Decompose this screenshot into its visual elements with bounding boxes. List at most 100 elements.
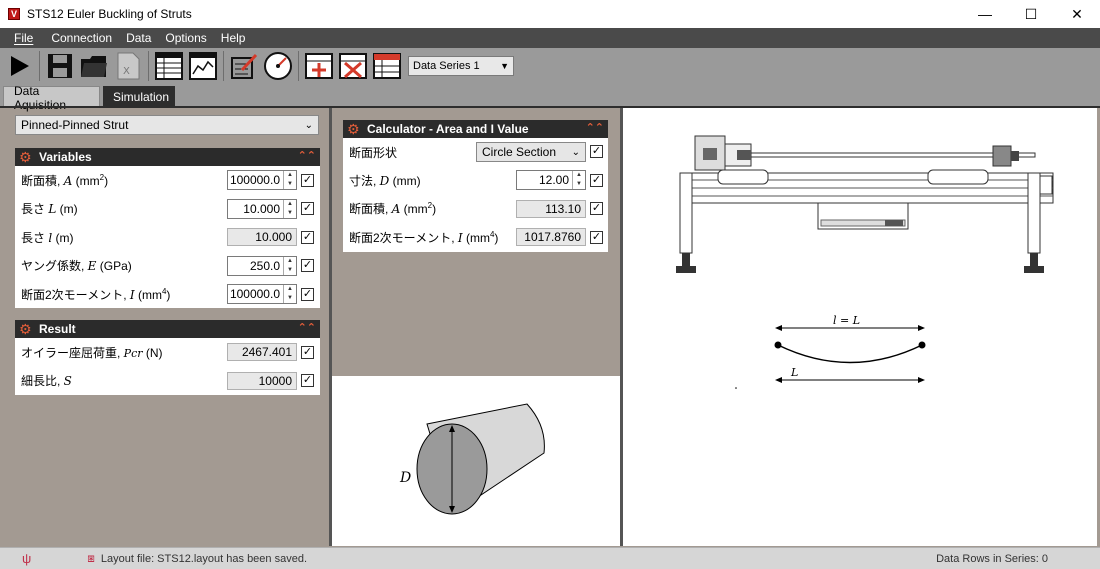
svg-text:X: X: [123, 66, 130, 77]
collapse-icon[interactable]: ⌃⌃: [586, 121, 604, 134]
spin-arrows-icon[interactable]: ▲ ▼: [283, 199, 296, 218]
handwheel: [992, 145, 1012, 167]
chevron-down-icon: ⌄: [571, 146, 580, 158]
variables-header: ⚙ Variables ⌃⌃: [15, 148, 320, 166]
unit: (mm: [400, 202, 428, 217]
result-title: Result: [39, 322, 76, 336]
maximize-button[interactable]: ☐: [1008, 0, 1054, 28]
symbol: S: [63, 374, 72, 389]
strut-type-select[interactable]: Pinned-Pinned Strut ⌄: [15, 115, 319, 135]
label-text: 断面積,: [349, 202, 392, 217]
chevron-down-icon: ▼: [500, 61, 509, 71]
gauge-icon[interactable]: [263, 51, 293, 81]
variable-checkbox[interactable]: ✓: [301, 230, 314, 244]
motor-knob: [703, 148, 717, 160]
variable-row: ヤング係数, E (GPa) 250.0 ▲ ▼ ✓: [15, 252, 320, 281]
variable-checkbox[interactable]: ✓: [301, 173, 314, 187]
menu-bar: File Connection Data Options Help: [0, 28, 1100, 48]
menu-data[interactable]: Data: [126, 31, 151, 45]
value-text: 100000.0: [229, 173, 280, 188]
strut-type-value: Pinned-Pinned Strut: [21, 118, 129, 132]
unit-close: ): [166, 287, 171, 302]
data-series-select[interactable]: Data Series 1 ▼: [408, 56, 514, 76]
close-button[interactable]: ✕: [1054, 0, 1100, 28]
tab-simulation[interactable]: Simulation: [103, 86, 175, 108]
arrowhead: [775, 377, 782, 383]
shape-value: Circle Section: [482, 145, 557, 159]
variable-value-input[interactable]: 10.000 ▲ ▼: [227, 198, 297, 219]
collapse-icon[interactable]: ⌃⌃: [298, 149, 316, 162]
variable-value-input[interactable]: 100000.0 ▲ ▼: [227, 284, 297, 305]
value-text: 250.0: [249, 258, 280, 273]
carriage-left: [717, 169, 769, 185]
symbol: Pcr: [123, 346, 143, 360]
menu-options[interactable]: Options: [165, 31, 206, 45]
calculator-checkbox[interactable]: ✓: [590, 173, 603, 187]
section-diagram-panel: D: [332, 376, 621, 546]
app-logo: V: [8, 8, 20, 20]
variables-rows: 断面積, A (mm2) 100000.0 ▲ ▼ ✓ 長さ L (m) 10.000 ▲ ▼ ✓…: [15, 166, 320, 309]
calculator-checkbox[interactable]: ✓: [590, 202, 603, 216]
edit-checklist-icon[interactable]: [229, 51, 259, 81]
status-bar: ψ ⧆ Layout file: STS12.layout has been s…: [0, 547, 1100, 569]
save-icon[interactable]: [45, 51, 75, 81]
unit-close: ): [432, 202, 437, 217]
value-text: 113.10: [545, 201, 581, 216]
unit: (m): [56, 202, 78, 217]
left-foot: [676, 266, 696, 273]
label-text: 長さ: [21, 230, 49, 245]
spin-arrows-icon[interactable]: ▲ ▼: [572, 171, 585, 190]
variables-title: Variables: [39, 150, 92, 164]
label-text: ヤング係数,: [21, 259, 88, 274]
value-text: 10.000: [243, 201, 280, 216]
export-excel-icon[interactable]: X: [113, 51, 143, 81]
variable-value-input[interactable]: 250.0 ▲ ▼: [227, 255, 297, 276]
play-icon[interactable]: [4, 51, 34, 81]
shape-select[interactable]: Circle Section ⌄: [476, 142, 586, 162]
menu-help[interactable]: Help: [221, 31, 246, 45]
apparatus-diagram: l = L L: [676, 135, 1054, 389]
apparatus-diagram-panel: l = L L: [623, 108, 1097, 546]
result-value-readonly: 2467.401: [227, 343, 297, 362]
spin-arrows-icon[interactable]: ▲ ▼: [283, 171, 296, 190]
share-icon: ⧆: [87, 551, 95, 565]
left-foot-post: [682, 253, 690, 267]
result-row: オイラー座屈荷重, Pcr (N) 2467.401 ✓: [15, 338, 320, 367]
table-view-icon[interactable]: [154, 51, 184, 81]
unit-close: ): [494, 230, 499, 245]
variable-checkbox[interactable]: ✓: [301, 259, 314, 273]
result-checkbox[interactable]: ✓: [301, 345, 314, 359]
chevron-down-icon: ⌄: [304, 119, 313, 131]
label-text: 寸法,: [349, 173, 380, 188]
delete-row-icon[interactable]: [338, 51, 368, 81]
variable-checkbox[interactable]: ✓: [301, 202, 314, 216]
chart-view-icon[interactable]: [188, 51, 218, 81]
collapse-icon[interactable]: ⌃⌃: [298, 321, 316, 334]
calculator-checkbox[interactable]: ✓: [590, 230, 603, 244]
result-checkbox[interactable]: ✓: [301, 374, 314, 388]
minimize-button[interactable]: —: [962, 0, 1008, 28]
open-folder-icon[interactable]: [79, 51, 109, 81]
value-text: 10.000: [255, 230, 292, 245]
calculator-row: 断面2次モーメント, I (mm4) 1017.8760 ✓: [343, 223, 608, 252]
toolbar-separator: [39, 51, 40, 81]
label-text: 断面2次モーメント,: [349, 230, 458, 245]
variable-value-input[interactable]: 100000.0 ▲ ▼: [227, 170, 297, 191]
calculator-row: 寸法, D (mm) 12.00 ▲ ▼ ✓: [343, 166, 608, 195]
calculator-value-input[interactable]: 12.00 ▲ ▼: [516, 170, 586, 191]
symbol: D: [379, 173, 390, 188]
layout-status: Layout file: STS12.layout has been saved…: [100, 552, 307, 565]
result-value-readonly: 10000: [227, 371, 297, 390]
tab-data-aquisition[interactable]: Data Aquisition: [3, 84, 100, 112]
shape-checkbox[interactable]: ✓: [590, 145, 603, 158]
menu-file[interactable]: File: [14, 31, 33, 45]
spin-arrows-icon[interactable]: ▲ ▼: [283, 256, 296, 275]
menu-connection[interactable]: Connection: [51, 31, 112, 45]
title-bar: V STS12 Euler Buckling of Struts — ☐ ✕: [0, 0, 1100, 28]
unit: (mm: [134, 287, 162, 302]
data-rows-status: Data Rows in Series: 0: [936, 552, 1048, 565]
add-row-icon[interactable]: [304, 51, 334, 81]
spin-arrows-icon[interactable]: ▲ ▼: [283, 285, 296, 304]
table-settings-icon[interactable]: [372, 51, 402, 81]
variable-checkbox[interactable]: ✓: [301, 287, 314, 301]
